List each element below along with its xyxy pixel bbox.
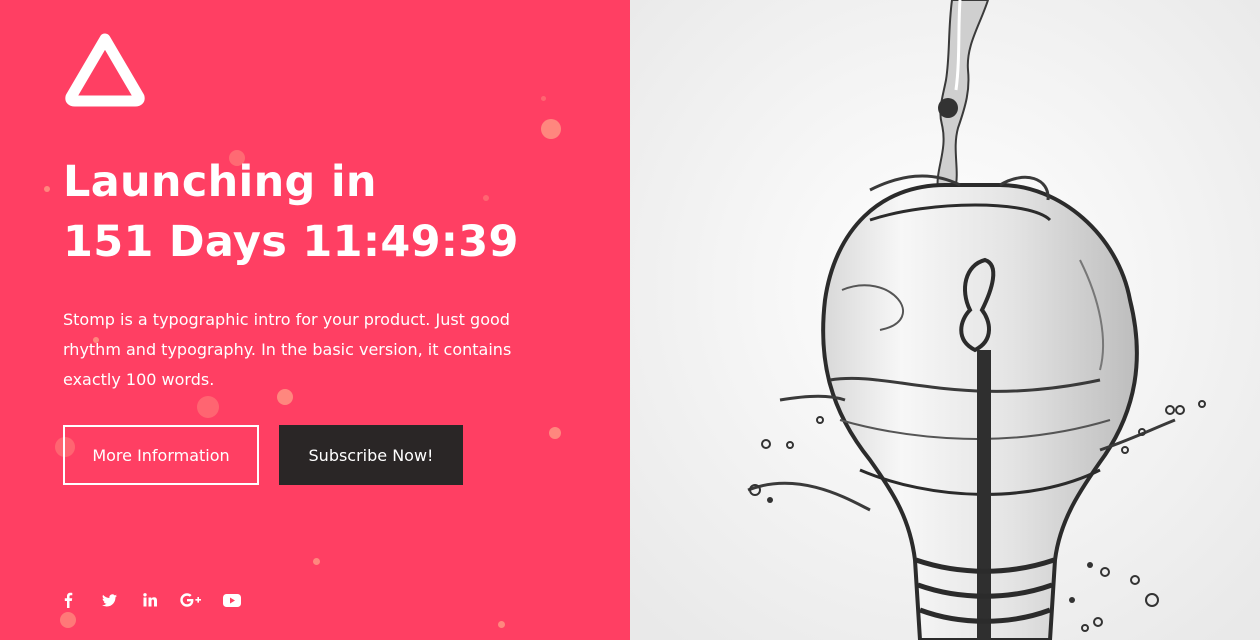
decor-dot bbox=[541, 119, 561, 139]
countdown-headline: Launching in 151 Days 11:49:39 bbox=[63, 152, 519, 272]
decor-dot bbox=[60, 612, 76, 628]
water-lightbulb-image bbox=[630, 0, 1260, 640]
decor-dot bbox=[313, 558, 320, 565]
decor-dot bbox=[498, 621, 505, 628]
linkedin-icon[interactable] bbox=[138, 588, 162, 612]
decor-dot bbox=[197, 396, 219, 418]
facebook-icon[interactable] bbox=[56, 588, 80, 612]
more-information-button[interactable]: More Information bbox=[63, 425, 259, 485]
headline-line-1: Launching in bbox=[63, 157, 377, 207]
decor-dot bbox=[44, 186, 50, 192]
social-links bbox=[56, 588, 244, 612]
hero-panel: Launching in 151 Days 11:49:39 Stomp is … bbox=[0, 0, 630, 640]
google-plus-icon[interactable] bbox=[179, 588, 203, 612]
twitter-icon[interactable] bbox=[97, 588, 121, 612]
youtube-icon[interactable] bbox=[220, 588, 244, 612]
landing-page: Launching in 151 Days 11:49:39 Stomp is … bbox=[0, 0, 1260, 640]
decor-dot bbox=[541, 96, 546, 101]
countdown-timer: 151 Days 11:49:39 bbox=[63, 217, 519, 267]
intro-description: Stomp is a typographic intro for your pr… bbox=[63, 310, 512, 389]
subscribe-now-button[interactable]: Subscribe Now! bbox=[279, 425, 463, 485]
decor-dot bbox=[549, 427, 561, 439]
logo-triangle-icon bbox=[65, 33, 145, 107]
hero-image-panel bbox=[630, 0, 1260, 640]
